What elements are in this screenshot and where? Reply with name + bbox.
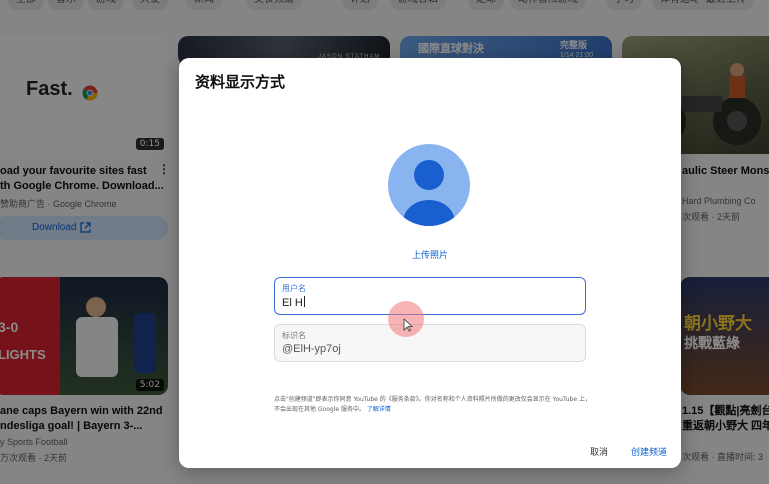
avatar-placeholder[interactable] xyxy=(388,144,470,226)
upload-photo-link[interactable]: 上传照片 xyxy=(179,248,681,261)
mouse-cursor-icon xyxy=(403,318,413,332)
handle-label: 标识名 xyxy=(282,331,306,340)
profile-display-dialog: 资料显示方式 上传照片 用户名 El H 标识名 @ElH-yp7oj 点击"创… xyxy=(179,58,681,468)
username-input[interactable]: El H xyxy=(282,296,305,309)
dialog-title: 资料显示方式 xyxy=(195,73,286,91)
create-channel-button[interactable]: 创建频道 xyxy=(631,445,667,458)
handle-field[interactable]: 标识名 @ElH-yp7oj xyxy=(274,324,586,362)
person-icon xyxy=(403,160,455,226)
text-caret xyxy=(303,296,305,307)
terms-notice: 点击"创建频道"即表示你同意 YouTube 的《服务条款》。你对名称和个人资料… xyxy=(274,396,591,413)
learn-more-link[interactable]: 了解详情 xyxy=(367,406,391,413)
username-label: 用户名 xyxy=(282,284,306,293)
username-field[interactable]: 用户名 El H xyxy=(274,277,586,315)
cancel-button[interactable]: 取消 xyxy=(590,445,608,458)
handle-input[interactable]: @ElH-yp7oj xyxy=(282,343,341,355)
